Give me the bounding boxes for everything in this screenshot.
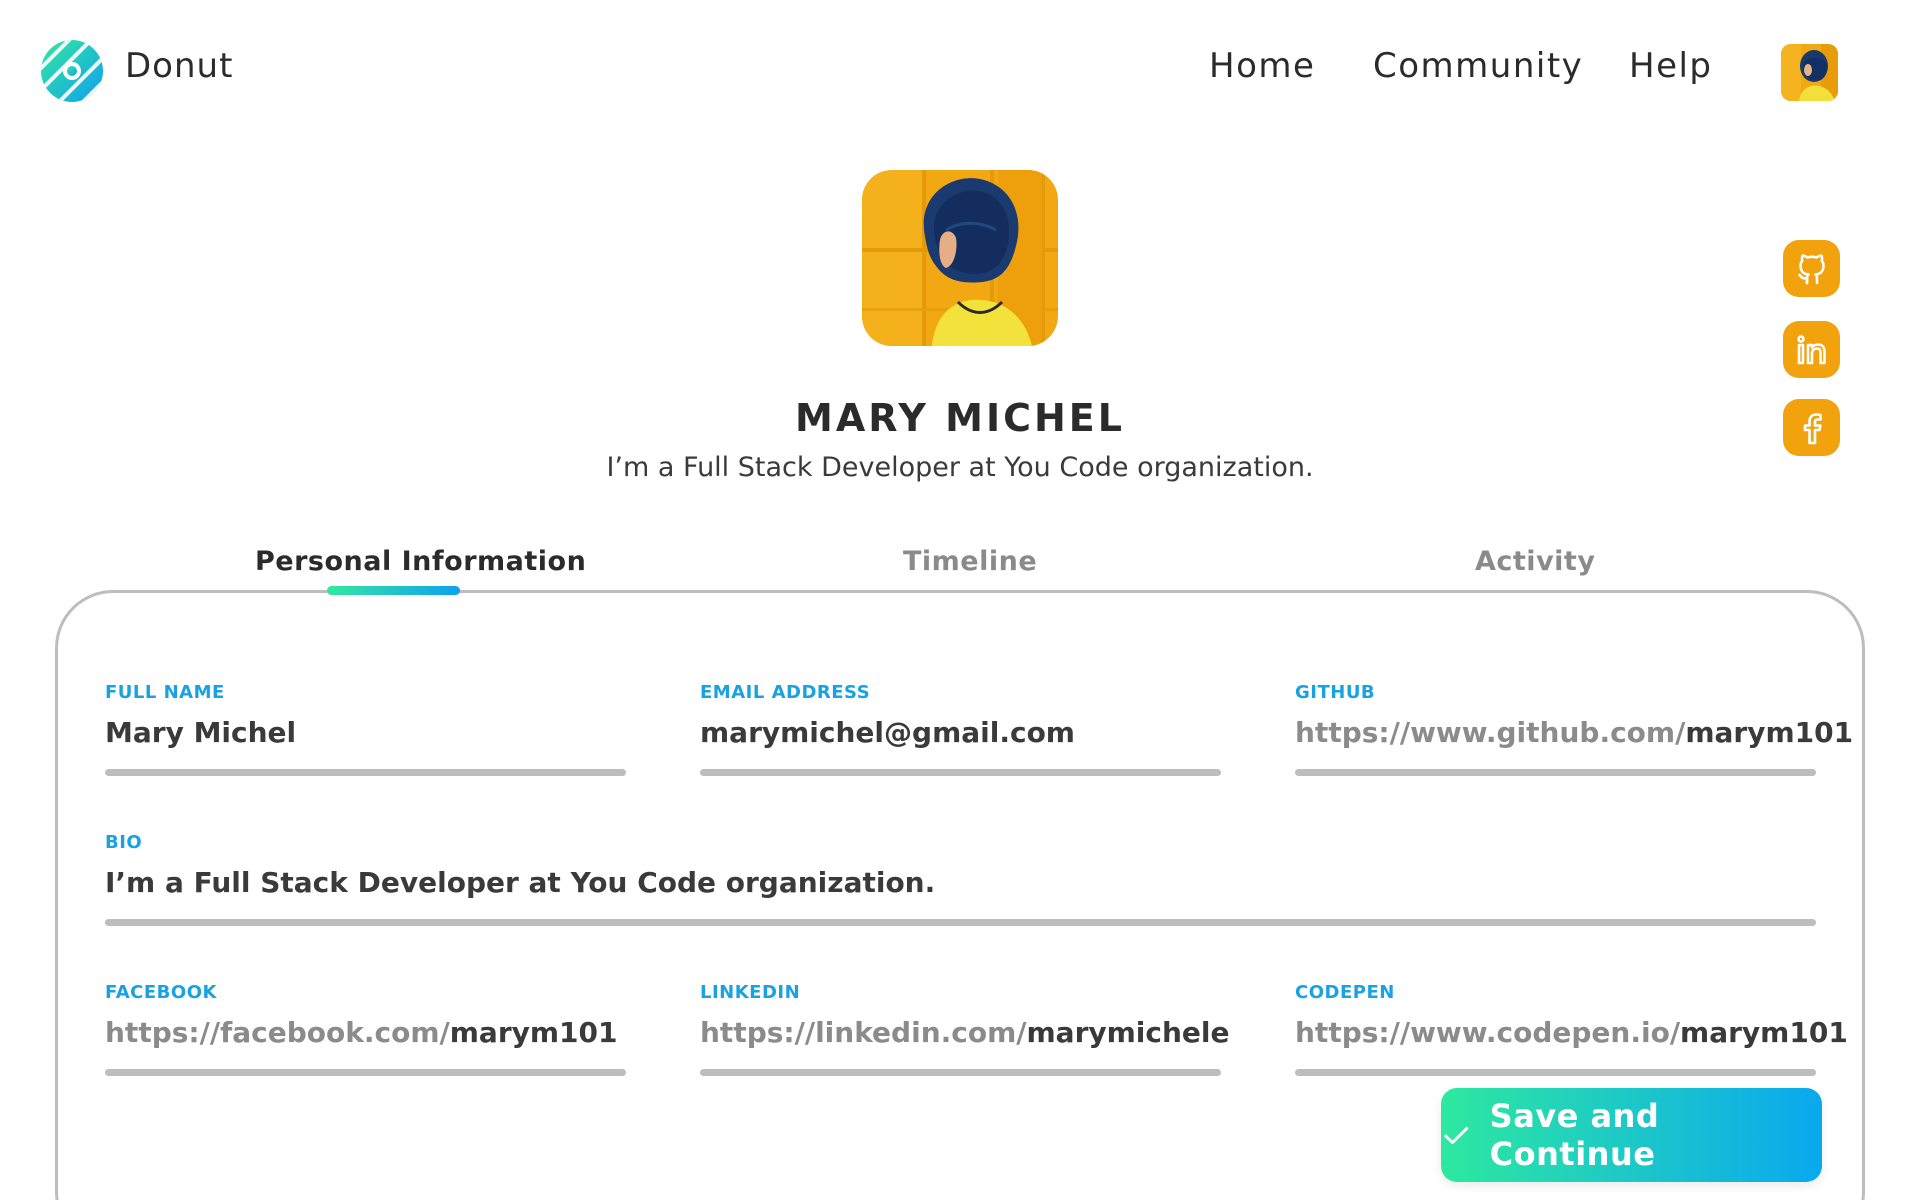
codepen-label: CODEPEN <box>1295 982 1395 1003</box>
bio-input[interactable]: I’m a Full Stack Developer at You Code o… <box>105 866 1816 906</box>
facebook-icon <box>1803 412 1822 444</box>
profile-photo <box>862 170 1058 346</box>
codepen-url-prefix: https://www.codepen.io/ <box>1295 1016 1681 1049</box>
nav-community[interactable]: Community <box>1373 46 1583 86</box>
field-underline <box>105 769 626 776</box>
linkedin-icon <box>1796 334 1826 364</box>
github-link-button[interactable] <box>1783 240 1840 297</box>
facebook-field[interactable]: FACEBOOK https://facebook.com/marym101 <box>105 982 626 1076</box>
bio-label: BIO <box>105 832 143 853</box>
field-underline <box>700 1069 1221 1076</box>
full-name-input[interactable]: Mary Michel <box>105 716 626 756</box>
brand-name: Donut <box>125 46 234 86</box>
profile-tagline: I’m a Full Stack Developer at You Code o… <box>606 452 1314 483</box>
facebook-link-button[interactable] <box>1783 399 1840 456</box>
full-name-field[interactable]: FULL NAME Mary Michel <box>105 682 626 776</box>
facebook-input[interactable]: https://facebook.com/marym101 <box>105 1016 626 1056</box>
github-username: marym101 <box>1685 716 1854 749</box>
codepen-username: marym101 <box>1680 1016 1848 1049</box>
bio-field[interactable]: BIO I’m a Full Stack Developer at You Co… <box>105 832 1816 926</box>
field-underline <box>1295 1069 1816 1076</box>
github-url-prefix: https://www.github.com/ <box>1295 716 1686 749</box>
active-tab-indicator <box>327 586 460 595</box>
codepen-input[interactable]: https://www.codepen.io/marym101 <box>1295 1016 1848 1056</box>
field-underline <box>700 769 1221 776</box>
app-window: Donut Home Community Help MARY MICHEL I’… <box>0 0 1920 1200</box>
tab-timeline[interactable]: Timeline <box>903 546 1037 577</box>
linkedin-username: marymichele <box>1026 1016 1230 1049</box>
user-avatar[interactable] <box>1781 44 1838 101</box>
email-field[interactable]: EMAIL ADDRESS marymichel@gmail.com <box>700 682 1221 776</box>
email-label: EMAIL ADDRESS <box>700 682 871 703</box>
email-input[interactable]: marymichel@gmail.com <box>700 716 1221 756</box>
tab-personal-information[interactable]: Personal Information <box>255 546 586 577</box>
bio-value: I’m a Full Stack Developer at You Code o… <box>105 866 936 899</box>
codepen-field[interactable]: CODEPEN https://www.codepen.io/marym101 <box>1295 982 1848 1076</box>
linkedin-url-prefix: https://linkedin.com/ <box>700 1016 1027 1049</box>
save-button-label: Save and Continue <box>1489 1097 1660 1173</box>
github-icon <box>1797 253 1825 284</box>
full-name-label: FULL NAME <box>105 682 225 703</box>
email-value: marymichel@gmail.com <box>700 716 1075 749</box>
check-icon <box>1444 1126 1469 1145</box>
field-underline <box>1295 769 1816 776</box>
save-and-continue-button[interactable]: Save and Continue <box>1441 1088 1822 1182</box>
github-field[interactable]: GITHUB https://www.github.com/marym101 <box>1295 682 1853 776</box>
donut-logo-icon[interactable] <box>40 39 104 103</box>
nav-home[interactable]: Home <box>1209 46 1315 86</box>
github-label: GITHUB <box>1295 682 1376 703</box>
linkedin-link-button[interactable] <box>1783 321 1840 378</box>
linkedin-input[interactable]: https://linkedin.com/marymichele <box>700 1016 1230 1056</box>
tab-activity[interactable]: Activity <box>1475 546 1595 577</box>
facebook-url-prefix: https://facebook.com/ <box>105 1016 450 1049</box>
field-underline <box>105 1069 626 1076</box>
github-input[interactable]: https://www.github.com/marym101 <box>1295 716 1853 756</box>
facebook-username: marym101 <box>449 1016 618 1049</box>
linkedin-field[interactable]: LINKEDIN https://linkedin.com/marymichel… <box>700 982 1230 1076</box>
profile-name: MARY MICHEL <box>795 396 1125 440</box>
nav-help[interactable]: Help <box>1629 46 1713 86</box>
field-underline <box>105 919 1816 926</box>
facebook-label: FACEBOOK <box>105 982 217 1003</box>
full-name-value: Mary Michel <box>105 716 297 749</box>
linkedin-label: LINKEDIN <box>700 982 801 1003</box>
